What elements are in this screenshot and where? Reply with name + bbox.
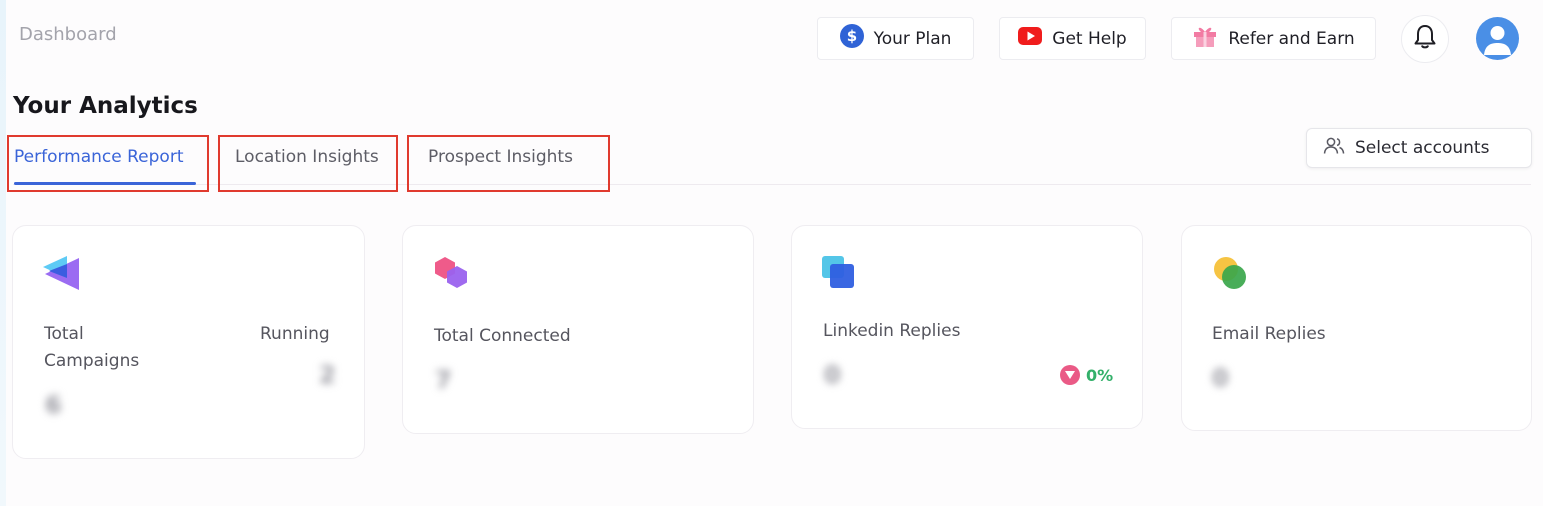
youtube-icon <box>1018 27 1043 50</box>
breadcrumb: Dashboard <box>19 24 117 45</box>
circles-icon <box>1212 256 1250 298</box>
running-label: Running <box>260 324 330 344</box>
card-email-replies: Email Replies 0 <box>1181 225 1532 431</box>
sidebar-edge <box>0 0 6 506</box>
get-help-label: Get Help <box>1052 28 1127 49</box>
bell-icon <box>1414 24 1436 54</box>
campaigns-icon <box>43 256 81 296</box>
tab-location-insights[interactable]: Location Insights <box>218 135 398 192</box>
hexagons-icon <box>433 256 471 298</box>
notifications-button[interactable] <box>1401 15 1449 63</box>
down-arrow-icon <box>1060 365 1080 385</box>
total-campaigns-value: 6 <box>45 391 62 419</box>
email-replies-value: 0 <box>1212 364 1229 392</box>
select-accounts-label: Select accounts <box>1355 138 1490 158</box>
select-accounts-button[interactable]: Select accounts <box>1306 128 1532 168</box>
linkedin-replies-value: 0 <box>824 361 841 389</box>
tab-prospect-insights[interactable]: Prospect Insights <box>407 135 610 192</box>
svg-text:$: $ <box>846 27 856 45</box>
email-replies-label: Email Replies <box>1212 324 1326 344</box>
total-connected-label: Total Connected <box>434 326 571 346</box>
refer-and-earn-label: Refer and Earn <box>1228 28 1355 49</box>
gift-icon <box>1192 24 1218 53</box>
total-campaigns-label: Total Campaigns <box>44 324 140 371</box>
user-avatar[interactable] <box>1476 17 1519 60</box>
tab-label: Location Insights <box>235 147 379 167</box>
active-tab-indicator <box>14 182 196 185</box>
your-plan-label: Your Plan <box>873 28 952 49</box>
running-value: 2 <box>319 361 336 389</box>
linkedin-replies-label: Linkedin Replies <box>823 321 961 341</box>
get-help-button[interactable]: Get Help <box>999 17 1146 60</box>
tab-performance-report[interactable]: Performance Report <box>7 135 209 192</box>
card-total-connected: Total Connected 7 <box>402 225 754 434</box>
users-icon <box>1323 136 1345 161</box>
avatar-icon <box>1476 26 1519 60</box>
refer-and-earn-button[interactable]: Refer and Earn <box>1171 17 1376 60</box>
card-linkedin-replies: Linkedin Replies 0 0% <box>791 225 1143 429</box>
tab-label: Performance Report <box>14 147 184 167</box>
squares-icon <box>822 256 858 296</box>
tab-label: Prospect Insights <box>428 147 573 167</box>
card-total-campaigns: Total Campaigns Running 6 2 <box>12 225 365 459</box>
dollar-circle-icon: $ <box>839 24 864 53</box>
total-connected-value: 7 <box>435 366 452 394</box>
page-title: Your Analytics <box>13 93 198 119</box>
change-value: 0% <box>1086 365 1114 385</box>
linkedin-replies-change: 0% <box>1060 365 1113 385</box>
your-plan-button[interactable]: $ Your Plan <box>817 17 974 60</box>
